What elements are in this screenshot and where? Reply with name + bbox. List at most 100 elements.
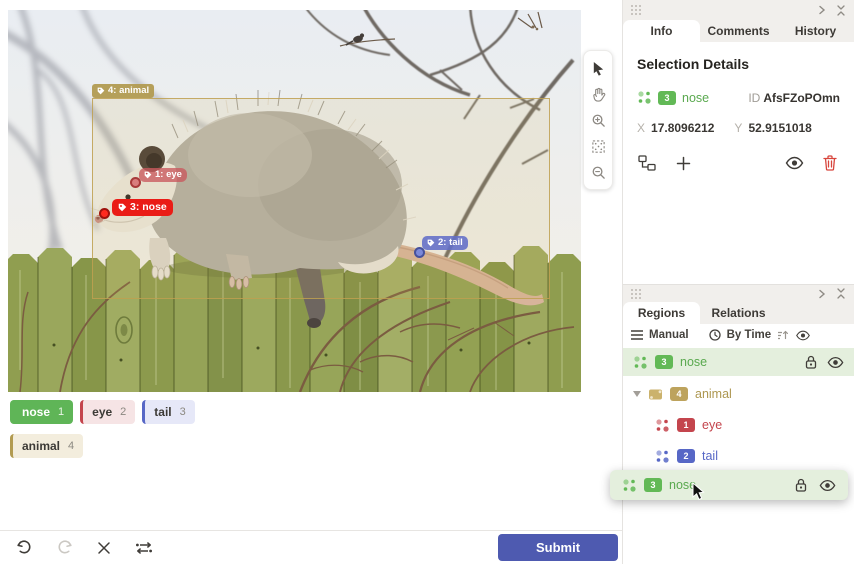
zoom-in-tool-button[interactable] xyxy=(585,107,611,133)
labels-row-1: nose 1 eye 2 tail 3 xyxy=(10,400,195,424)
drag-grip-icon xyxy=(631,5,641,15)
region-coordinates: X 17.8096212 Y 52.9151018 xyxy=(637,121,840,135)
toggle-visibility-button[interactable] xyxy=(784,153,804,173)
tab-relations[interactable]: Relations xyxy=(700,302,777,324)
region-row-tail[interactable]: 2 tail xyxy=(623,442,854,470)
add-meta-button[interactable] xyxy=(673,153,693,173)
reset-icon xyxy=(97,541,111,555)
bottom-toolbar: Submit xyxy=(0,530,622,564)
annotation-app: 4: animal 1: eye 3: nose 2: tail xyxy=(0,0,854,564)
region-index-badge: 2 xyxy=(677,449,695,463)
hand-icon xyxy=(591,87,606,102)
tab-history[interactable]: History xyxy=(777,20,854,42)
toggle-all-visibility-icon[interactable] xyxy=(795,330,811,341)
group-by-icon xyxy=(631,330,643,340)
pan-tool-button[interactable] xyxy=(585,81,611,107)
y-value: 52.9151018 xyxy=(748,121,811,135)
nose-point-label[interactable]: 3: nose xyxy=(112,199,173,216)
label-hotkey: 2 xyxy=(120,406,126,418)
keypoints-icon xyxy=(633,355,648,370)
label-text: tail xyxy=(154,405,171,419)
drag-grip-icon xyxy=(631,289,641,299)
lock-icon[interactable] xyxy=(795,478,807,492)
collapse-group-toggle[interactable] xyxy=(633,391,641,397)
plus-icon xyxy=(676,156,691,171)
label-button-animal[interactable]: animal 4 xyxy=(10,434,83,458)
nose-keypoint[interactable] xyxy=(99,208,110,219)
region-row-animal[interactable]: 4 animal xyxy=(623,380,854,408)
info-panel-header[interactable] xyxy=(623,0,854,20)
label-hotkey: 3 xyxy=(180,406,186,418)
zoom-out-tool-button[interactable] xyxy=(585,159,611,185)
selected-region-summary: 3 nose IDAfsFZoPOmn xyxy=(637,90,840,105)
label-text: eye xyxy=(92,405,112,419)
tab-comments[interactable]: Comments xyxy=(700,20,777,42)
eye-icon[interactable] xyxy=(827,356,844,369)
tab-regions[interactable]: Regions xyxy=(623,302,700,324)
transfer-icon xyxy=(135,541,153,555)
region-index-badge: 3 xyxy=(644,478,662,492)
regions-panel-header[interactable] xyxy=(623,284,854,302)
region-index-badge: 4 xyxy=(670,387,688,401)
keypoints-icon xyxy=(622,478,637,493)
region-label: nose xyxy=(669,478,696,492)
eye-icon xyxy=(785,156,804,170)
tail-point-label[interactable]: 2: tail xyxy=(422,236,468,250)
redo-button[interactable] xyxy=(54,538,74,558)
rectangle-region-icon xyxy=(648,388,663,401)
cursor-tool-button[interactable] xyxy=(585,55,611,81)
label-button-eye[interactable]: eye 2 xyxy=(80,400,135,424)
keypoints-icon xyxy=(637,90,652,105)
order-by-button[interactable]: By Time xyxy=(727,329,772,341)
label-button-tail[interactable]: tail 3 xyxy=(142,400,194,424)
labels-row-2: animal 4 xyxy=(10,434,83,458)
tag-icon xyxy=(144,171,152,179)
region-row-eye[interactable]: 1 eye xyxy=(623,411,854,439)
group-by-button[interactable]: Manual xyxy=(649,329,689,341)
regions-tabbar: Regions Relations xyxy=(623,302,854,324)
eye-point-label[interactable]: 1: eye xyxy=(139,168,187,182)
reset-button[interactable] xyxy=(94,538,114,558)
chevron-right-icon xyxy=(818,289,826,299)
eye-icon[interactable] xyxy=(819,479,836,492)
keypoints-icon xyxy=(655,449,670,464)
tag-icon xyxy=(118,203,127,212)
region-id: IDAfsFZoPOmn xyxy=(748,91,840,105)
animal-box-label[interactable]: 4: animal xyxy=(92,84,154,98)
lock-icon[interactable] xyxy=(805,355,817,369)
selection-details-heading: Selection Details xyxy=(637,56,840,72)
label-button-nose[interactable]: nose 1 xyxy=(10,400,73,424)
collapse-panel-button[interactable] xyxy=(836,288,846,299)
relation-icon xyxy=(638,155,656,171)
region-actions xyxy=(637,153,840,173)
label-hotkey: 1 xyxy=(58,406,64,418)
sort-direction-icon xyxy=(777,329,789,341)
collapse-panel-button[interactable] xyxy=(836,5,846,16)
region-row-nose[interactable]: 3 nose xyxy=(623,348,854,376)
keypoints-icon xyxy=(655,418,670,433)
undo-button[interactable] xyxy=(14,538,34,558)
detach-panel-button[interactable] xyxy=(818,5,826,15)
fit-screen-tool-button[interactable] xyxy=(585,133,611,159)
region-label: eye xyxy=(702,418,722,432)
label-hotkey: 4 xyxy=(68,440,74,452)
create-relation-button[interactable] xyxy=(637,153,657,173)
fit-screen-icon xyxy=(591,139,606,154)
transfer-annotation-button[interactable] xyxy=(134,538,154,558)
tab-info[interactable]: Info xyxy=(623,20,700,42)
image-canvas[interactable]: 4: animal 1: eye 3: nose 2: tail xyxy=(8,10,581,392)
region-index-badge: 3 xyxy=(655,355,673,369)
region-index-badge: 1 xyxy=(677,418,695,432)
canvas-toolbar xyxy=(583,50,613,190)
submit-button[interactable]: Submit xyxy=(498,534,618,561)
selection-details-panel: Selection Details 3 nose IDAfsFZoPOmn X … xyxy=(623,42,854,284)
detach-panel-button[interactable] xyxy=(818,289,826,299)
collapse-icon xyxy=(836,5,846,16)
undo-icon xyxy=(16,539,33,556)
zoom-in-icon xyxy=(591,113,606,128)
tag-icon xyxy=(427,239,435,247)
cursor-icon xyxy=(591,61,606,76)
delete-region-button[interactable] xyxy=(820,153,840,173)
region-row-nose-dragging[interactable]: 3 nose xyxy=(610,470,848,500)
info-tabbar: Info Comments History xyxy=(623,20,854,42)
